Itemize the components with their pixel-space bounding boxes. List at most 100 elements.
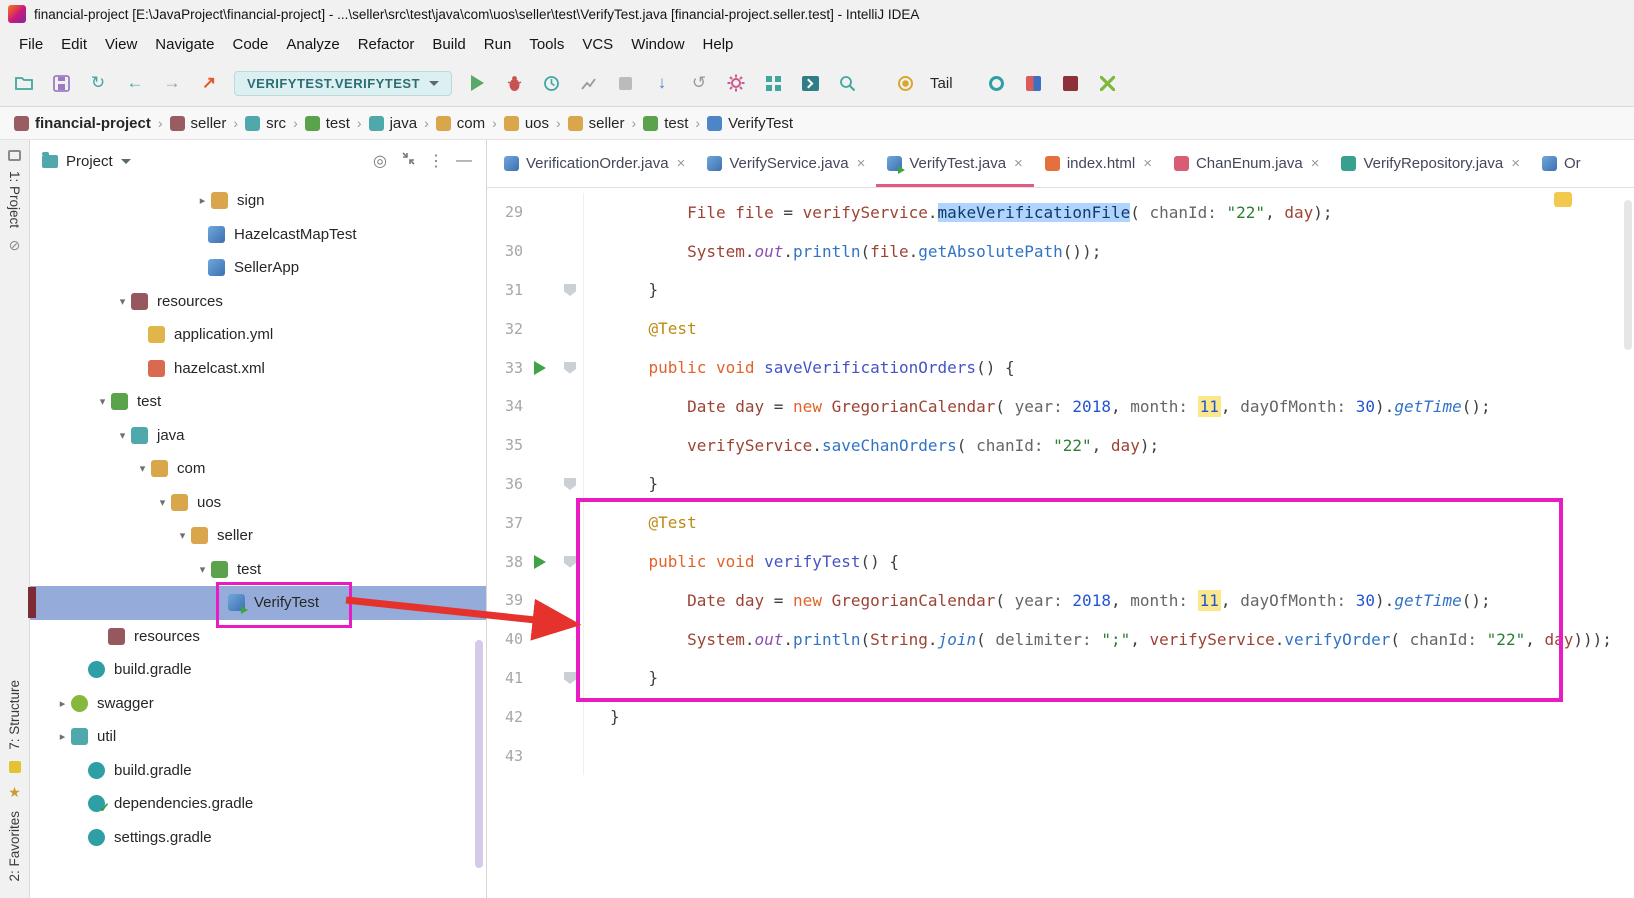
breadcrumb-item-src[interactable]: src [245,115,286,132]
menu-edit[interactable]: Edit [52,32,96,57]
terminal-icon[interactable] [798,71,822,95]
tab-Or[interactable]: Or [1531,140,1592,187]
editor-scrollbar[interactable] [1624,200,1632,350]
menu-code[interactable]: Code [223,32,277,57]
code-line[interactable]: 34 Date day = new GregorianCalendar( yea… [487,387,1634,426]
tab-VerificationOrder.java[interactable]: VerificationOrder.java× [493,140,696,187]
code-text[interactable]: System.out.println(file.getAbsolutePath(… [583,232,1634,271]
tree-item-build.gradle[interactable]: build.gradle [30,754,486,788]
tree-item-SellerApp[interactable]: SellerApp [30,251,486,285]
plugin-x-icon[interactable] [1096,71,1120,95]
tree-item-java[interactable]: ▾java [30,419,486,453]
close-tab-icon[interactable]: × [1511,155,1520,172]
tail-marker-icon[interactable] [893,71,917,95]
back-icon[interactable]: ← [123,71,147,95]
tree-item-uos[interactable]: ▾uos [30,486,486,520]
synchronize-icon[interactable]: ↻ [86,71,110,95]
code-text[interactable]: } [583,271,1634,310]
code-line[interactable]: 29 File file = verifyService.makeVerific… [487,193,1634,232]
tree-item-sign[interactable]: ▸sign [30,184,486,218]
stop-icon[interactable] [613,71,637,95]
code-text[interactable]: File file = verifyService.makeVerificati… [583,193,1634,232]
open-project-icon[interactable] [12,71,36,95]
tab-VerifyService.java[interactable]: VerifyService.java× [696,140,876,187]
run-test-icon[interactable] [534,361,546,375]
window-layout-icon[interactable] [1022,71,1046,95]
breadcrumb-item-test[interactable]: test [305,115,350,132]
tree-item-seller[interactable]: ▾seller [30,519,486,553]
tree-chevron-down-icon[interactable]: ▾ [174,529,191,542]
code-text[interactable]: @Test [583,309,1634,348]
code-line[interactable]: 30 System.out.println(file.getAbsolutePa… [487,232,1634,271]
database-icon[interactable] [1059,71,1083,95]
search-everywhere-icon[interactable] [835,71,859,95]
run-configuration-select[interactable]: VERIFYTEST.VERIFYTEST [234,71,452,96]
menu-run[interactable]: Run [475,32,521,57]
close-tab-icon[interactable]: × [1014,155,1023,172]
menu-tools[interactable]: Tools [520,32,573,57]
close-tab-icon[interactable]: × [677,155,686,172]
tree-item-application.yml[interactable]: application.yml [30,318,486,352]
run-button[interactable] [465,71,489,95]
code-text[interactable]: Date day = new GregorianCalendar( year: … [583,387,1634,426]
rollback-icon[interactable]: ↺ [687,71,711,95]
tree-item-settings.gradle[interactable]: settings.gradle [30,821,486,855]
fold-marker-icon[interactable] [564,478,576,490]
tree-chevron-right-icon[interactable]: ▸ [54,730,71,743]
stripe-favorites-label[interactable]: 2: Favorites [7,811,22,882]
fold-marker-icon[interactable] [564,556,576,568]
stripe-project-label[interactable]: 1: Project [7,171,22,228]
tree-chevron-down-icon[interactable]: ▾ [134,462,151,475]
profiler-icon[interactable] [576,71,600,95]
coverage-icon[interactable] [539,71,563,95]
tail-label[interactable]: Tail [930,75,953,92]
tree-item-util[interactable]: ▸util [30,720,486,754]
options-kebab-icon[interactable]: ⋮ [426,151,446,171]
code-line[interactable]: 43 [487,736,1634,775]
rerun-icon[interactable]: ↗ [197,71,221,95]
tree-chevron-down-icon[interactable]: ▾ [114,295,131,308]
menu-analyze[interactable]: Analyze [277,32,348,57]
breadcrumb-item-java[interactable]: java [369,115,418,132]
code-line[interactable]: 32 @Test [487,309,1634,348]
close-tab-icon[interactable]: × [857,155,866,172]
tree-chevron-down-icon[interactable]: ▾ [154,496,171,509]
code-text[interactable]: } [583,697,1634,736]
tree-item-dependencies.gradle[interactable]: dependencies.gradle [30,787,486,821]
menu-refactor[interactable]: Refactor [349,32,424,57]
record-icon[interactable] [985,71,1009,95]
fold-marker-icon[interactable] [564,672,576,684]
tree-chevron-down-icon[interactable]: ▾ [94,395,111,408]
tree-chevron-down-icon[interactable]: ▾ [114,429,131,442]
tree-item-test[interactable]: ▾test [30,553,486,587]
tree-item-HazelcastMapTest[interactable]: HazelcastMapTest [30,218,486,252]
tree-item-resources[interactable]: ▾resources [30,285,486,319]
tree-chevron-right-icon[interactable]: ▸ [194,194,211,207]
tree-item-test[interactable]: ▾test [30,385,486,419]
tree-item-build.gradle[interactable]: build.gradle [30,653,486,687]
tab-VerifyTest.java[interactable]: VerifyTest.java× [876,140,1033,187]
tab-ChanEnum.java[interactable]: ChanEnum.java× [1163,140,1331,187]
menu-navigate[interactable]: Navigate [146,32,223,57]
breadcrumb-item-VerifyTest[interactable]: VerifyTest [707,115,793,132]
tab-index.html[interactable]: index.html× [1034,140,1163,187]
settings-gear-icon[interactable] [724,71,748,95]
code-line[interactable]: 31 } [487,271,1634,310]
menu-window[interactable]: Window [622,32,693,57]
locate-file-icon[interactable]: ◎ [370,151,390,171]
tab-VerifyRepository.java[interactable]: VerifyRepository.java× [1330,140,1531,187]
hide-panel-icon[interactable]: — [454,152,474,170]
menu-help[interactable]: Help [694,32,743,57]
breadcrumb-item-uos[interactable]: uos [504,115,549,132]
breadcrumb-item-com[interactable]: com [436,115,485,132]
inspections-widget[interactable] [1554,192,1572,207]
breadcrumb-item-seller[interactable]: seller [170,115,227,132]
code-text[interactable] [583,736,1634,775]
tree-item-com[interactable]: ▾com [30,452,486,486]
save-all-icon[interactable] [49,71,73,95]
forward-icon[interactable]: → [160,71,184,95]
code-line[interactable]: 33 public void saveVerificationOrders() … [487,348,1634,387]
project-panel-title[interactable]: Project [66,153,113,170]
modules-grid-icon[interactable] [761,71,785,95]
stripe-structure-label[interactable]: 7: Structure [7,680,22,750]
